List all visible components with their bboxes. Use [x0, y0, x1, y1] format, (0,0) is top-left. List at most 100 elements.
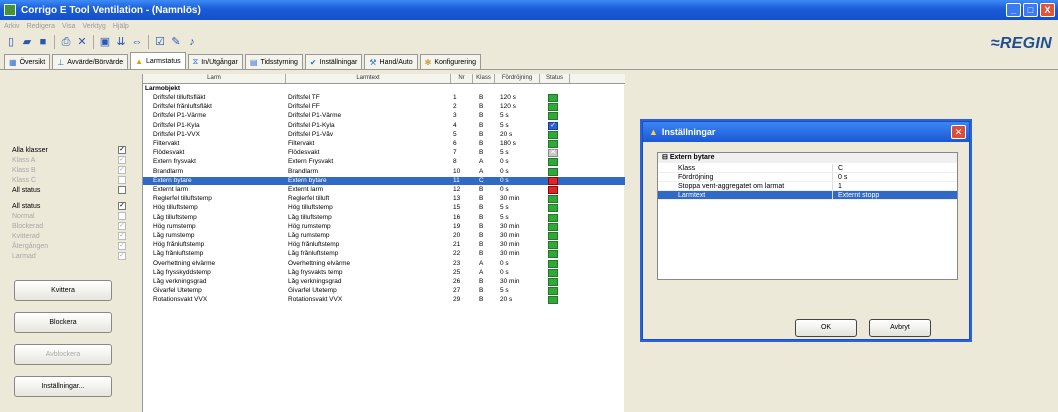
- col-fordrojning[interactable]: Fördröjning: [495, 74, 540, 83]
- table-row[interactable]: Externt larm Externt larm 12 B 0 s: [143, 186, 625, 194]
- table-row[interactable]: Hög rumstemp Hög rumstemp 19 B 30 min: [143, 222, 625, 231]
- cell-larmtext: Låg frysvakts temp: [288, 268, 343, 276]
- filter-kvitterad[interactable]: Kvitterad ✓: [12, 232, 126, 240]
- close-button[interactable]: X: [1040, 3, 1055, 17]
- tool-icon[interactable]: ♪: [185, 35, 199, 49]
- table-row[interactable]: Låg rumstemp Låg rumstemp 20 B 30 min: [143, 232, 625, 240]
- filter-all-status[interactable]: All status ✓: [12, 202, 126, 210]
- check-icon[interactable]: ☑: [153, 35, 167, 49]
- maximize-button[interactable]: □: [1023, 3, 1038, 17]
- menu-visa[interactable]: Visa: [62, 23, 76, 30]
- checkbox-checked[interactable]: ✓: [118, 252, 126, 260]
- tab-installningar[interactable]: ✔ Inställningar: [304, 54, 363, 69]
- table-row[interactable]: Extern frysvakt Extern Frysvakt 8 A 0 s: [143, 158, 625, 167]
- table-row[interactable]: Driftsfel frånluftsfläkt Driftsfel FF 2 B 12…: [143, 103, 625, 112]
- tab-tidsstyrning[interactable]: ▤ Tidsstyrning: [244, 54, 303, 69]
- filter-alla-klasser[interactable]: Alla klasser ✓: [12, 146, 126, 154]
- prop-fordrojning[interactable]: Fördröjning 0 s: [658, 173, 957, 182]
- prop-larmtext[interactable]: Larmtext Externt stopp: [658, 191, 957, 200]
- menu-redigera[interactable]: Redigera: [27, 23, 55, 30]
- blockera-button[interactable]: Blockera: [14, 312, 112, 333]
- table-row[interactable]: Låg tilluftstemp Låg tilluftstemp 16 B 5 s: [143, 213, 625, 222]
- menu-arkiv[interactable]: Arkiv: [4, 23, 20, 30]
- download-icon[interactable]: ⇊: [114, 35, 128, 49]
- new-file-icon[interactable]: ▯: [4, 35, 18, 49]
- table-row[interactable]: Låg verkningsgrad Låg verkningsgrad 26 B 30 …: [143, 278, 625, 286]
- installningar-button[interactable]: Inställningar...: [14, 376, 112, 397]
- tab-hand-auto[interactable]: ⚒ Hand/Auto: [364, 54, 418, 69]
- filter-atergangen[interactable]: Återgången ✓: [12, 242, 126, 250]
- save-icon[interactable]: ■: [36, 35, 50, 49]
- table-row[interactable]: Extern bytare Extern bytare 11 C 0 s: [143, 176, 625, 185]
- table-row[interactable]: Flödesvakt Flödesvakt 7 B 5 s ✕: [143, 149, 625, 158]
- dialog-close-button[interactable]: ✕: [951, 125, 966, 139]
- col-status[interactable]: Status: [540, 74, 570, 83]
- table-row[interactable]: Rotationsvakt VVX Rotationsvakt VVX 29 B 20 …: [143, 296, 625, 305]
- cell-larmtext: Brandlarm: [288, 167, 318, 175]
- tab-in-utgangar[interactable]: ⧖ In/Utgångar: [187, 54, 243, 69]
- filter-klass-a[interactable]: Klass A ✓: [12, 156, 126, 164]
- col-nr[interactable]: Nr: [451, 74, 473, 83]
- prop-value[interactable]: 0 s: [833, 173, 847, 181]
- tab-larmstatus[interactable]: ▲ Larmstatus: [130, 52, 186, 69]
- table-row[interactable]: Driftsfel P1-Värme Driftsfel P1-Värme 3 B 5 …: [143, 112, 625, 121]
- collapse-icon[interactable]: ⊟: [662, 154, 670, 161]
- filter-klass-b[interactable]: Klass B ✓: [12, 166, 126, 174]
- table-row[interactable]: Driftsfel tilluftsfläkt Driftsfel TF 1 B 120…: [143, 94, 625, 102]
- avblockera-button[interactable]: Avblockera: [14, 344, 112, 365]
- filter-all-status-class[interactable]: All status: [12, 186, 126, 194]
- filter-larmad[interactable]: Larmad ✓: [12, 252, 126, 260]
- prop-value[interactable]: C: [833, 164, 843, 172]
- col-larmtext[interactable]: Larmtext: [286, 74, 451, 83]
- table-row[interactable]: Filtervakt Filtervakt 6 B 180 s: [143, 140, 625, 148]
- table-row[interactable]: Hög tilluftstemp Hög tilluftstemp 15 B 5 s: [143, 204, 625, 213]
- col-klass[interactable]: Klass: [473, 74, 495, 83]
- filter-normal[interactable]: Normal: [12, 212, 126, 220]
- checkbox-checked[interactable]: ✓: [118, 202, 126, 210]
- table-row[interactable]: Brandlarm Brandlarm 10 A 0 s: [143, 167, 625, 176]
- menu-verktyg[interactable]: Verktyg: [82, 23, 105, 30]
- tab-borvarde[interactable]: ⊥ Avvärde/Börvärde: [52, 54, 129, 69]
- minimize-button[interactable]: _: [1006, 3, 1021, 17]
- table-row[interactable]: Hög frånluftstemp Hög frånluftstemp 21 B 30 …: [143, 241, 625, 250]
- menu-hjalp[interactable]: Hjälp: [113, 23, 129, 30]
- checkbox-checked[interactable]: ✓: [118, 232, 126, 240]
- prop-value[interactable]: 1: [833, 182, 842, 190]
- prop-value[interactable]: Externt stopp: [833, 191, 879, 199]
- table-row[interactable]: Överhettning elvärme Överhettning elvärme…: [143, 259, 625, 268]
- checkbox-unchecked[interactable]: [118, 212, 126, 220]
- cell-nr: 2: [453, 103, 457, 111]
- prop-stoppa[interactable]: Stoppa vent-aggregatet om larmat 1: [658, 182, 957, 191]
- prop-klass[interactable]: Klass C: [658, 164, 957, 173]
- open-folder-icon[interactable]: ▰: [20, 35, 34, 49]
- table-row[interactable]: Reglerfel tilluftstemp Reglerfel tilluft 1…: [143, 195, 625, 204]
- edit-icon[interactable]: ✎: [169, 35, 183, 49]
- table-row[interactable]: Givarfel Utetemp Givarfel Utetemp 27 B 5 s: [143, 287, 625, 296]
- transfer-icon[interactable]: ⇔: [130, 35, 144, 49]
- regin-logo: ≈REGIN: [990, 35, 1052, 52]
- checkbox-checked[interactable]: ✓: [118, 156, 126, 164]
- table-row[interactable]: Driftsfel P1-VVX Driftsfel P1-Våv 5 B 20 s: [143, 130, 625, 139]
- checkbox-unchecked[interactable]: [118, 186, 126, 194]
- checkbox-unchecked[interactable]: [118, 176, 126, 184]
- filter-blockerad[interactable]: Blockerad ✓: [12, 222, 126, 230]
- property-group[interactable]: ⊟ Extern bytare: [658, 153, 957, 163]
- connect-icon[interactable]: ▣: [98, 35, 112, 49]
- checkbox-checked[interactable]: ✓: [118, 166, 126, 174]
- col-larm[interactable]: Larm: [143, 74, 286, 83]
- filter-klass-c[interactable]: Klass C: [12, 176, 126, 184]
- print-icon[interactable]: ⎙: [59, 35, 73, 49]
- table-row[interactable]: Driftsfel P1-Kyla Driftsfel P1-Kyla 4 B 5 s ✓: [143, 121, 625, 130]
- kvittera-button[interactable]: Kvittera: [14, 280, 112, 301]
- checkbox-checked[interactable]: ✓: [118, 146, 126, 154]
- table-row[interactable]: Låg frånluftstemp Låg frånluftstemp 22 B 30 …: [143, 250, 625, 259]
- checkbox-checked[interactable]: ✓: [118, 242, 126, 250]
- ok-button[interactable]: OK: [795, 319, 857, 337]
- delete-icon[interactable]: ✕: [75, 35, 89, 49]
- tab-oversikt[interactable]: ▦ Översikt: [4, 54, 51, 69]
- hand-icon: ⚒: [369, 57, 377, 67]
- table-row[interactable]: Låg frysskyddstemp Låg frysvakts temp 25 A 0…: [143, 268, 625, 277]
- tab-konfigurering[interactable]: ✻ Konfigurering: [419, 54, 481, 69]
- cancel-button[interactable]: Avbryt: [869, 319, 931, 337]
- checkbox-checked[interactable]: ✓: [118, 222, 126, 230]
